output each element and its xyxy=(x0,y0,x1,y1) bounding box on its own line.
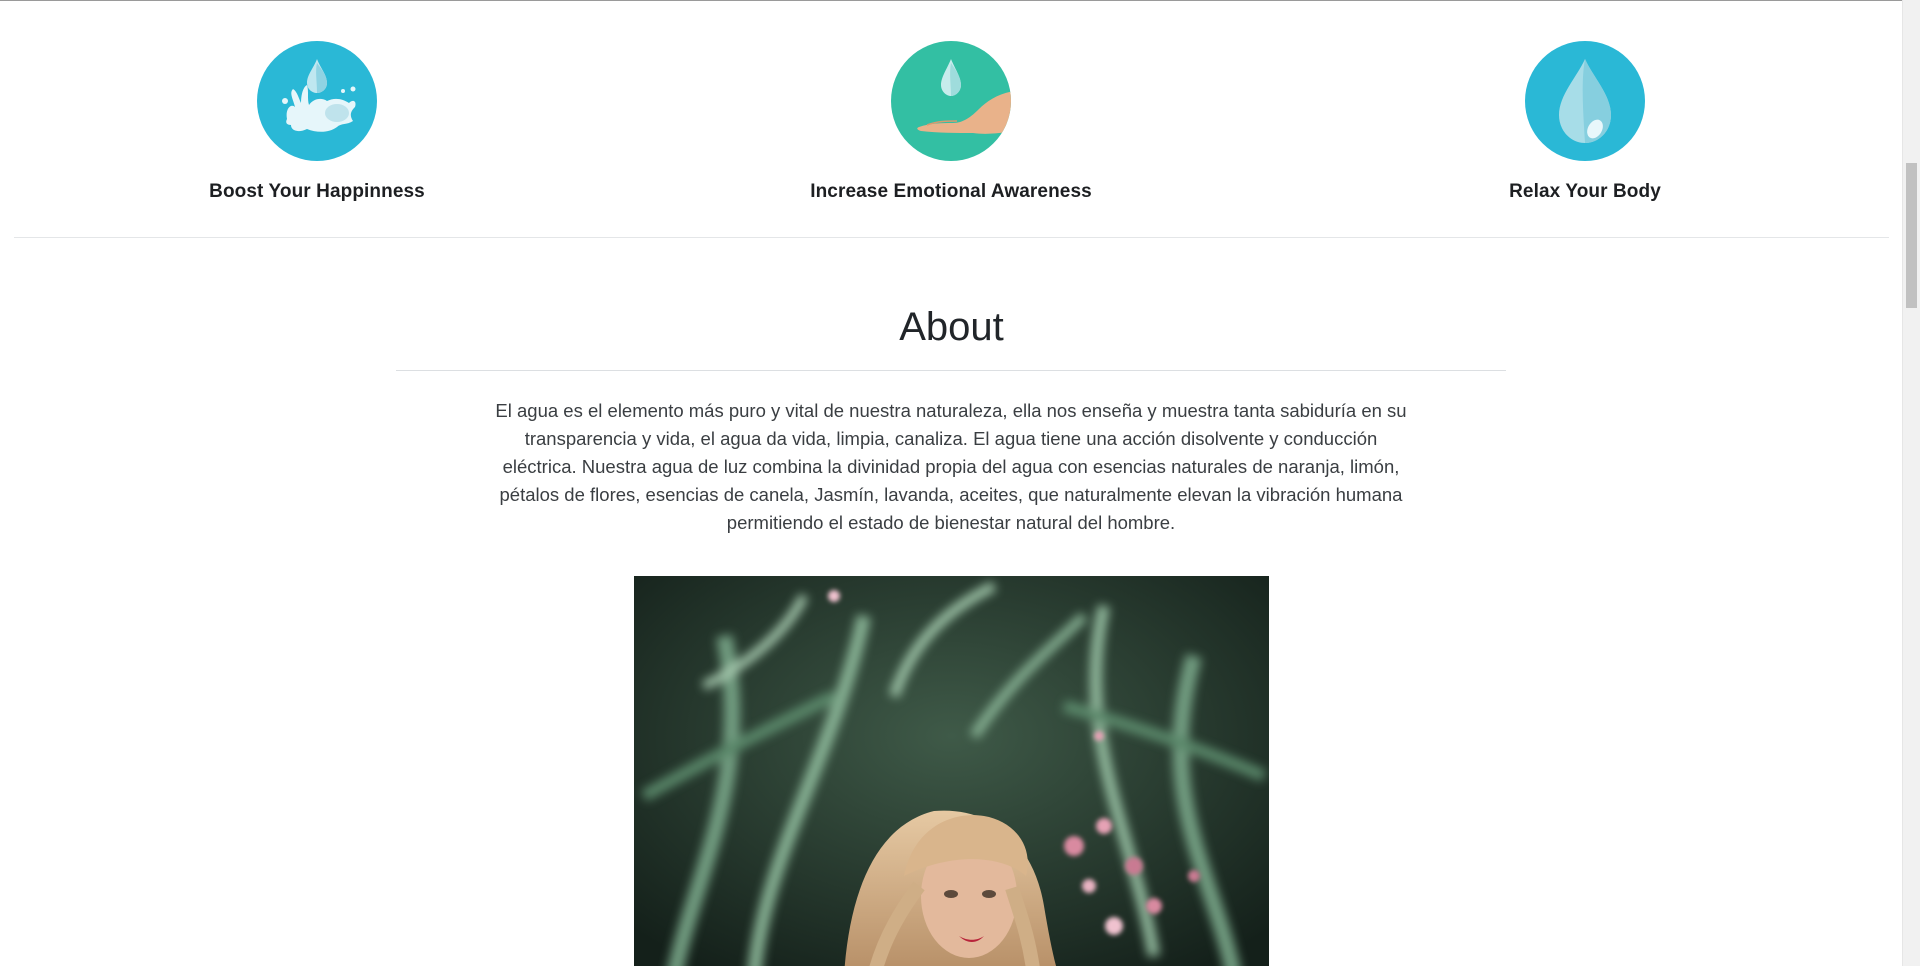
feature-awareness: Increase Emotional Awareness xyxy=(651,41,1251,203)
scrollbar-thumb[interactable] xyxy=(1906,163,1917,308)
feature-title: Relax Your Body xyxy=(1509,181,1661,202)
feature-title: Boost Your Happinness xyxy=(209,181,425,202)
about-divider xyxy=(396,370,1506,371)
feature-happiness: Boost Your Happinness xyxy=(17,41,617,203)
about-photo xyxy=(634,576,1269,966)
hand-drop-icon xyxy=(891,41,1011,161)
about-heading: About xyxy=(899,305,1004,349)
about-text: El agua es el elemento más puro y vital … xyxy=(495,400,1407,533)
feature-title: Increase Emotional Awareness xyxy=(810,181,1092,202)
feature-relax: Relax Your Body xyxy=(1285,41,1885,203)
page: Boost Your Happinness Increase Emotional… xyxy=(0,0,1920,966)
page-scrollbar[interactable] xyxy=(1902,0,1920,966)
section-divider xyxy=(14,237,1889,238)
top-border xyxy=(0,0,1903,1)
water-splash-icon xyxy=(257,41,377,161)
water-drop-icon xyxy=(1525,41,1645,161)
